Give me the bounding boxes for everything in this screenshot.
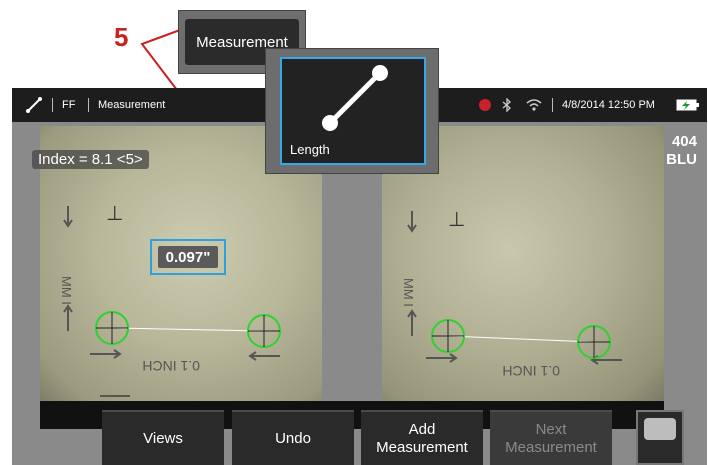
side-code-line1: 404 <box>671 133 697 150</box>
views-button-label: Views <box>143 429 183 447</box>
status-separator <box>552 98 553 112</box>
undo-button[interactable]: Undo <box>232 410 354 465</box>
index-label: Index = 8.1 <5> <box>32 150 149 169</box>
add-measurement-line2: Measurement <box>376 438 468 456</box>
next-measurement-line2: Measurement <box>505 438 597 456</box>
battery-charging-icon <box>676 99 699 111</box>
measurement-cursor-2[interactable] <box>247 314 281 348</box>
bluetooth-icon <box>502 98 511 112</box>
side-code: 404 BLU <box>666 133 697 169</box>
right-cursor-2[interactable] <box>577 325 611 359</box>
length-tool-label: Length <box>290 142 330 157</box>
status-separator <box>52 98 53 112</box>
measurement-result-box[interactable]: 0.097" <box>150 239 226 275</box>
menu-toggle-button[interactable] <box>636 410 684 465</box>
next-measurement-line1: Next <box>535 420 567 438</box>
record-dot-icon[interactable] <box>479 99 491 111</box>
length-tool-button[interactable]: Length <box>280 57 426 165</box>
mm-label: MM I <box>59 276 74 305</box>
svg-text:0.1 INCH: 0.1 INCH <box>502 363 560 379</box>
svg-text:⊥: ⊥ <box>448 209 465 231</box>
right-cursor-1[interactable] <box>431 319 465 353</box>
measure-line-icon[interactable] <box>26 97 42 113</box>
add-measurement-line1: Add <box>408 420 436 438</box>
next-measurement-button[interactable]: Next Measurement <box>490 410 612 465</box>
views-button[interactable]: Views <box>102 410 224 465</box>
measurement-cursor-1[interactable] <box>95 311 129 345</box>
mode-title: Measurement <box>98 99 166 111</box>
measurement-value: 0.097" <box>158 246 218 268</box>
datetime-label: 4/8/2014 12:50 PM <box>562 99 655 111</box>
status-separator <box>88 98 89 112</box>
add-measurement-button[interactable]: Add Measurement <box>361 410 483 465</box>
svg-text:⊥: ⊥ <box>106 203 123 225</box>
wifi-icon <box>526 99 542 111</box>
side-code-line2: BLU <box>666 151 697 168</box>
inch-label: 0.1 INCH <box>142 358 200 374</box>
toggle-knob <box>644 418 676 440</box>
length-tool-callout: Length <box>265 48 439 174</box>
focus-mode-label: FF <box>62 99 76 111</box>
undo-button-label: Undo <box>275 429 311 447</box>
svg-text:MM I: MM I <box>401 278 416 307</box>
